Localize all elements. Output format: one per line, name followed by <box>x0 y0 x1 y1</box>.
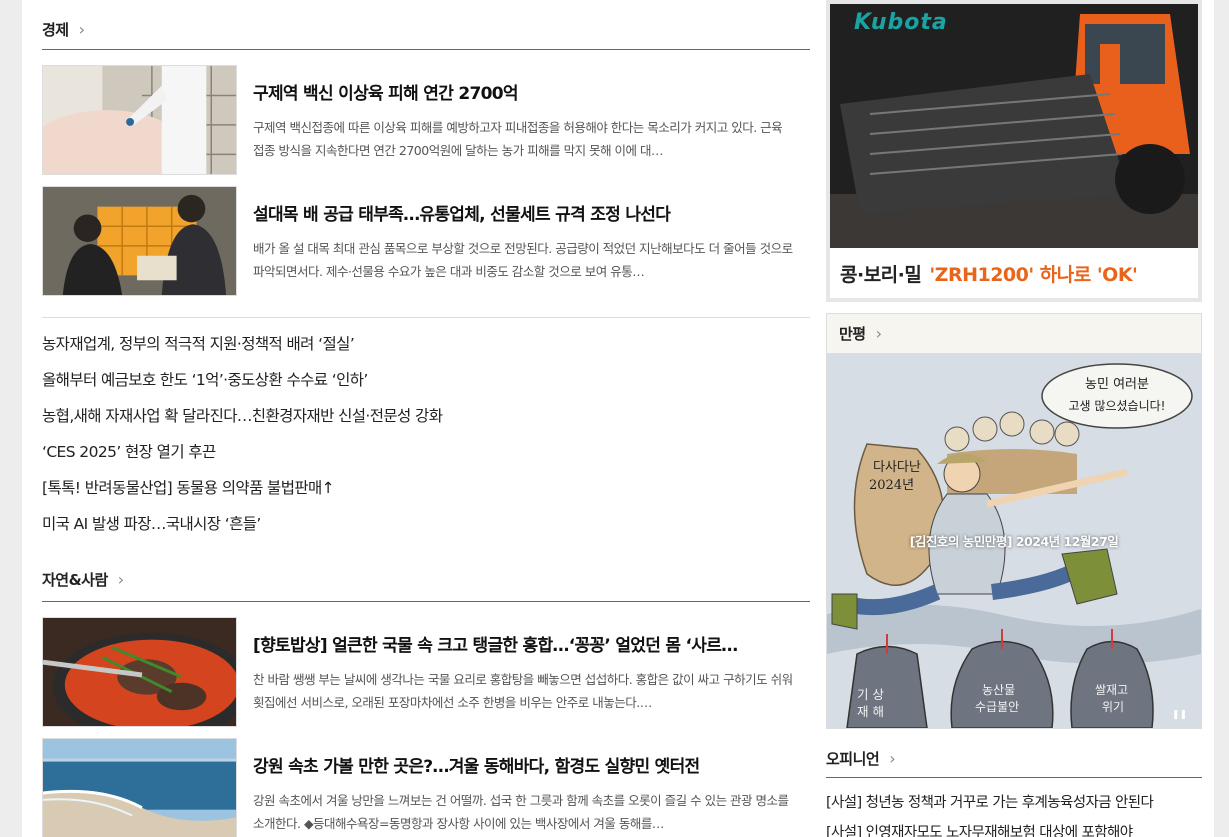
nature-section-title[interactable]: 자연&사람 <box>42 569 108 590</box>
article-summary[interactable]: 찬 바람 쌩쌩 부는 날씨에 생각나는 국물 요리로 홍합탕을 빼놓으면 섭섭하… <box>253 668 793 714</box>
advertisement-banner[interactable]: Kubota 콩·보리·밀 'ZRH1200' 하나로 'OK' <box>826 0 1202 302</box>
article-body: [향토밥상] 얼큰한 국물 속 크고 탱글한 홍합…‘꽁꽁’ 얼었던 몸 ‘사르… <box>253 617 793 727</box>
headline-item[interactable]: [톡톡! 반려동물산업] 동물용 의약품 불법판매↑ <box>42 472 810 508</box>
chevron-right-icon[interactable]: › <box>889 750 895 767</box>
main-column: 경제 › 구제역 백신 이상육 피해 연간 2700억 구제역 백신접종에 따른… <box>42 0 810 837</box>
page-container: 경제 › 구제역 백신 이상육 피해 연간 2700억 구제역 백신접종에 따른… <box>22 0 1214 837</box>
article-item[interactable]: [향토밥상] 얼큰한 국물 속 크고 탱글한 홍합…‘꽁꽁’ 얼었던 몸 ‘사르… <box>42 617 810 727</box>
nature-section-header[interactable]: 자연&사람 › <box>42 544 810 602</box>
article-summary[interactable]: 구제역 백신접종에 따른 이상육 피해를 예방하고자 피내접종을 허용해야 한다… <box>253 116 793 162</box>
article-thumbnail[interactable] <box>42 186 237 296</box>
cartoon-caption[interactable]: [김진호의 농민만평] 2024년 12월27일 <box>827 531 1201 550</box>
cartoon-section-header[interactable]: 만평 › <box>827 314 1201 354</box>
ad-caption-main: 콩·보리·밀 <box>840 263 922 286</box>
article-item[interactable]: 설대목 배 공급 태부족…유통업체, 선물세트 규격 조정 나선다 배가 올 설… <box>42 186 810 296</box>
pause-icon[interactable]: ❚❚ <box>1172 710 1187 720</box>
article-title[interactable]: [향토밥상] 얼큰한 국물 속 크고 탱글한 홍합…‘꽁꽁’ 얼었던 몸 ‘사르… <box>253 631 793 656</box>
opinion-item[interactable]: [사설] 인영재자모도 노자무재해보험 대상에 포함해야 <box>826 820 1202 837</box>
opinion-section-header[interactable]: 오피니언 › <box>826 740 1202 778</box>
economy-section-title[interactable]: 경제 <box>42 19 69 40</box>
article-thumbnail[interactable] <box>42 617 237 727</box>
speech-bubble-line2: 고생 많으셨습니다! <box>1069 399 1166 413</box>
chevron-right-icon[interactable]: › <box>876 325 882 342</box>
opinion-section-title[interactable]: 오피니언 <box>826 748 880 769</box>
cartoon-section-title[interactable]: 만평 <box>839 323 866 344</box>
article-thumbnail[interactable] <box>42 738 237 837</box>
headline-item[interactable]: 미국 AI 발생 파장…국내시장 ‘흔들’ <box>42 508 810 544</box>
opinion-section: 오피니언 › [사설] 청년농 정책과 거꾸로 가는 후계농육성자금 안된다 [… <box>826 740 1202 837</box>
opinion-list: [사설] 청년농 정책과 거꾸로 가는 후계농육성자금 안된다 [사설] 인영재… <box>826 778 1202 837</box>
cartoon-box: 만평 › 농민 여러분 고생 많으셨습니다! 다사다난 2024년 기 상 재 … <box>826 313 1202 729</box>
headline-item[interactable]: 농협,새해 자재사업 확 달라진다…친환경자재반 신설·전문성 강화 <box>42 400 810 436</box>
cartoon-image[interactable]: 농민 여러분 고생 많으셨습니다! 다사다난 2024년 기 상 재 해 농산물… <box>827 354 1201 728</box>
article-item[interactable]: 구제역 백신 이상육 피해 연간 2700억 구제역 백신접종에 따른 이상육 … <box>42 65 810 175</box>
speech-bubble-line1: 농민 여러분 <box>1085 377 1149 392</box>
economy-section-header[interactable]: 경제 › <box>42 0 810 50</box>
article-title[interactable]: 구제역 백신 이상육 피해 연간 2700억 <box>253 79 793 104</box>
headline-item[interactable]: 농자재업계, 정부의 적극적 지원·정책적 배려 ‘절실’ <box>42 328 810 364</box>
headline-list: 농자재업계, 정부의 적극적 지원·정책적 배려 ‘절실’ 올해부터 예금보호 … <box>42 318 810 544</box>
article-summary[interactable]: 강원 속초에서 겨울 낭만을 느껴보는 건 어떨까. 섭국 한 그릇과 함께 속… <box>253 789 793 835</box>
article-title[interactable]: 강원 속초 가볼 만한 곳은?…겨울 동해바다, 함경도 실향민 옛터전 <box>253 752 793 777</box>
article-body: 설대목 배 공급 태부족…유통업체, 선물세트 규격 조정 나선다 배가 올 설… <box>253 186 793 296</box>
chevron-right-icon[interactable]: › <box>79 21 85 38</box>
article-thumbnail[interactable] <box>42 65 237 175</box>
article-item[interactable]: 강원 속초 가볼 만한 곳은?…겨울 동해바다, 함경도 실향민 옛터전 강원 … <box>42 738 810 837</box>
article-summary[interactable]: 배가 올 설 대목 최대 관심 품목으로 부상할 것으로 전망된다. 공급량이 … <box>253 237 793 283</box>
chevron-right-icon[interactable]: › <box>118 571 124 588</box>
article-body: 구제역 백신 이상육 피해 연간 2700억 구제역 백신접종에 따른 이상육 … <box>253 65 793 175</box>
article-body: 강원 속초 가볼 만한 곳은?…겨울 동해바다, 함경도 실향민 옛터전 강원 … <box>253 738 793 837</box>
ad-caption-highlight: 'ZRH1200' 하나로 'OK' <box>929 263 1138 286</box>
headline-item[interactable]: 올해부터 예금보호 한도 ‘1억’·중도상환 수수료 ‘인하’ <box>42 364 810 400</box>
opinion-item[interactable]: [사설] 청년농 정책과 거꾸로 가는 후계농육성자금 안된다 <box>826 790 1202 820</box>
year-label-line2: 2024년 <box>869 478 914 493</box>
ad-brand-logo: Kubota <box>854 10 948 35</box>
headline-item[interactable]: ‘CES 2025’ 현장 열기 후끈 <box>42 436 810 472</box>
ad-caption: 콩·보리·밀 'ZRH1200' 하나로 'OK' <box>830 248 1198 298</box>
article-title[interactable]: 설대목 배 공급 태부족…유통업체, 선물세트 규격 조정 나선다 <box>253 200 793 225</box>
year-label-line1: 다사다난 <box>873 460 921 475</box>
